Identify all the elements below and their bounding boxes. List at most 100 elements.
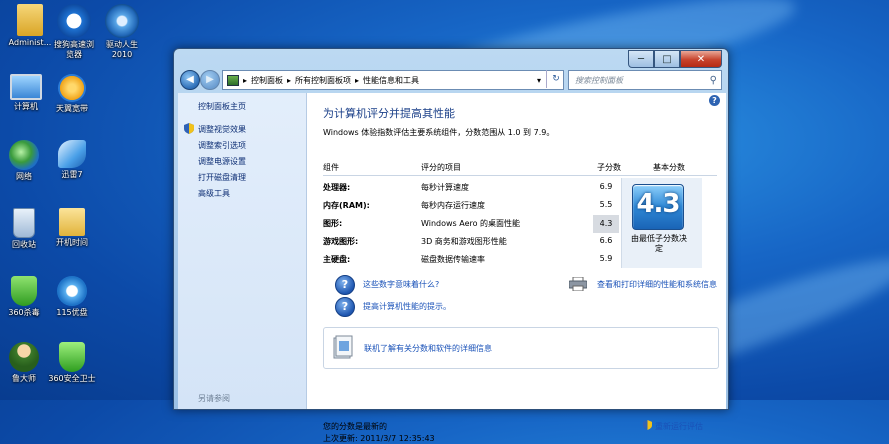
address-separator: ▸	[243, 75, 248, 85]
desktop-icon-label: 迅雷7	[61, 170, 83, 179]
component-name: 处理器:	[323, 183, 351, 192]
link-performance-tips[interactable]: 提高计算机性能的提示。	[363, 301, 451, 312]
computer-icon	[10, 74, 42, 100]
folder-icon	[59, 208, 85, 236]
online-info-panel: 联机了解有关分数和软件的详细信息	[323, 327, 719, 369]
table-row: 主硬盘: 磁盘数据传输速率 5.9	[323, 251, 623, 269]
desktop-icon-label: 115优盘	[56, 308, 88, 317]
last-update: 上次更新: 2011/3/7 12:35:43	[323, 434, 435, 443]
rated-item: 磁盘数据传输速率	[421, 255, 485, 264]
desktop-icon-tianyi[interactable]: 天翼宽带	[44, 74, 100, 114]
subscore: 5.5	[599, 200, 613, 209]
shield-icon	[11, 276, 37, 306]
control-panel-icon	[227, 74, 239, 86]
col-subscore: 子分数	[597, 163, 621, 172]
globe-icon	[9, 140, 39, 170]
desktop-icon-label: 驱动人生 2010	[106, 40, 138, 59]
performance-window[interactable]: ─ □ ✕ ◀ ▶ ▸ 控制面板 ▸ 所有控制面板项 ▸ 性能信息和工具 ▾ ↻…	[173, 48, 729, 443]
component-name: 内存(RAM):	[323, 201, 370, 210]
table-row: 图形: Windows Aero 的桌面性能 4.3	[323, 215, 623, 233]
col-rated-item: 评分的项目	[421, 163, 461, 172]
rated-item: 每秒计算速度	[421, 183, 469, 192]
search-input[interactable]: 搜索控制面板 ⚲	[568, 70, 722, 90]
help-icon[interactable]: ?	[709, 95, 720, 106]
nav-adjust-power[interactable]: 调整电源设置	[198, 156, 246, 167]
rated-item: 每秒内存运行速度	[421, 201, 485, 210]
component-name: 游戏图形:	[323, 237, 359, 246]
software-box-icon	[333, 335, 353, 359]
desktop-icon-360-safe[interactable]: 360安全卫士	[44, 342, 100, 384]
address-row: ◀ ▶ ▸ 控制面板 ▸ 所有控制面板项 ▸ 性能信息和工具 ▾ ↻ 搜索控制面…	[178, 69, 724, 91]
page-subtitle: Windows 体验指数评估主要系统组件，分数范围从 1.0 到 7.9。	[323, 128, 555, 137]
subscore: 6.6	[599, 236, 613, 245]
shield-plus-icon	[59, 342, 85, 372]
address-bar[interactable]: ▸ 控制面板 ▸ 所有控制面板项 ▸ 性能信息和工具 ▾	[222, 70, 564, 90]
person-icon	[9, 342, 39, 372]
table-row: 内存(RAM): 每秒内存运行速度 5.5	[323, 197, 623, 215]
table-row: 处理器: 每秒计算速度 6.9	[323, 179, 623, 197]
rated-item: Windows Aero 的桌面性能	[421, 219, 521, 228]
gear-icon	[105, 4, 139, 38]
main-content: ? 为计算机评分并提高其性能 Windows 体验指数评估主要系统组件，分数范围…	[307, 93, 726, 443]
search-icon[interactable]: ⚲	[710, 75, 717, 86]
score-status: 您的分数是最新的	[323, 422, 387, 431]
forward-button[interactable]: ▶	[200, 70, 220, 90]
user-folder-icon	[17, 4, 43, 36]
desktop-icon-label: 360安全卫士	[48, 374, 96, 383]
page-title: 为计算机评分并提高其性能	[323, 107, 455, 120]
link-what-numbers-mean[interactable]: 这些数字意味着什么?	[363, 279, 439, 290]
caption-buttons: ─ □ ✕	[628, 50, 722, 68]
desktop-icon-xunlei[interactable]: 迅雷7	[44, 140, 100, 180]
see-also-heading: 另请参阅	[198, 394, 230, 403]
nav-adjust-indexing[interactable]: 调整索引选项	[198, 140, 246, 151]
minimize-button[interactable]: ─	[628, 50, 654, 68]
col-component: 组件	[323, 163, 339, 172]
nav-adjust-visual-effects[interactable]: 调整视觉效果	[198, 124, 246, 135]
desktop-icon-boot-time[interactable]: 开机时间	[44, 208, 100, 248]
subscore: 6.9	[599, 182, 613, 191]
address-dropdown[interactable]: ▾	[537, 76, 541, 85]
printer-icon	[569, 277, 587, 291]
desktop-icon-115-drive[interactable]: 115优盘	[44, 276, 100, 318]
rerun-assessment-link[interactable]: 重新运行评估	[655, 421, 703, 432]
refresh-button[interactable]: ↻	[546, 70, 565, 88]
base-score-value: 4.3	[636, 189, 680, 219]
nav-disk-cleanup[interactable]: 打开磁盘清理	[198, 172, 246, 183]
score-table-header: 组件 评分的项目 子分数 基本分数	[323, 159, 717, 176]
uac-shield-icon	[643, 420, 652, 430]
base-score-box: 4.3 由最低子分数决 定	[621, 178, 702, 268]
search-placeholder: 搜索控制面板	[575, 75, 623, 85]
question-icon: ?	[335, 275, 355, 295]
desktop-icon-label: 天翼宽带	[56, 104, 88, 113]
nav-advanced-tools[interactable]: 高级工具	[198, 188, 230, 199]
link-online-info[interactable]: 联机了解有关分数和软件的详细信息	[364, 343, 492, 354]
col-base-score: 基本分数	[653, 163, 685, 172]
address-separator: ▸	[287, 75, 292, 85]
back-button[interactable]: ◀	[180, 70, 200, 90]
link-print-details[interactable]: 查看和打印详细的性能和系统信息	[597, 279, 717, 290]
close-button[interactable]: ✕	[680, 50, 722, 68]
breadcrumb-all-items[interactable]: 所有控制面板项	[295, 75, 351, 86]
nav-control-panel-home[interactable]: 控制面板主页	[198, 101, 246, 112]
uac-shield-icon	[184, 123, 194, 134]
base-score-tile: 4.3	[632, 184, 684, 230]
breadcrumb-performance[interactable]: 性能信息和工具	[363, 75, 419, 86]
address-separator: ▸	[355, 75, 360, 85]
bird-icon	[58, 140, 86, 168]
desktop-icon-driver-genius[interactable]: 驱动人生 2010	[94, 4, 150, 60]
component-name: 图形:	[323, 219, 343, 228]
left-nav-pane: 控制面板主页 调整视觉效果 调整索引选项 调整电源设置 打开磁盘清理 高级工具 …	[178, 93, 307, 409]
recycle-bin-icon	[13, 208, 35, 238]
table-row: 游戏图形: 3D 商务和游戏图形性能 6.6	[323, 233, 623, 251]
component-name: 主硬盘:	[323, 255, 351, 264]
maximize-button[interactable]: □	[654, 50, 680, 68]
breadcrumb-control-panel[interactable]: 控制面板	[251, 75, 283, 86]
base-score-caption: 由最低子分数决 定	[631, 234, 687, 253]
sogou-browser-icon	[57, 4, 91, 38]
cloud-drive-icon	[57, 276, 87, 306]
network-globe-icon	[58, 74, 86, 102]
rated-item: 3D 商务和游戏图形性能	[421, 237, 507, 246]
subscore: 4.3	[593, 215, 619, 233]
desktop-icon-label: 开机时间	[56, 238, 88, 247]
subscore: 5.9	[599, 254, 613, 263]
